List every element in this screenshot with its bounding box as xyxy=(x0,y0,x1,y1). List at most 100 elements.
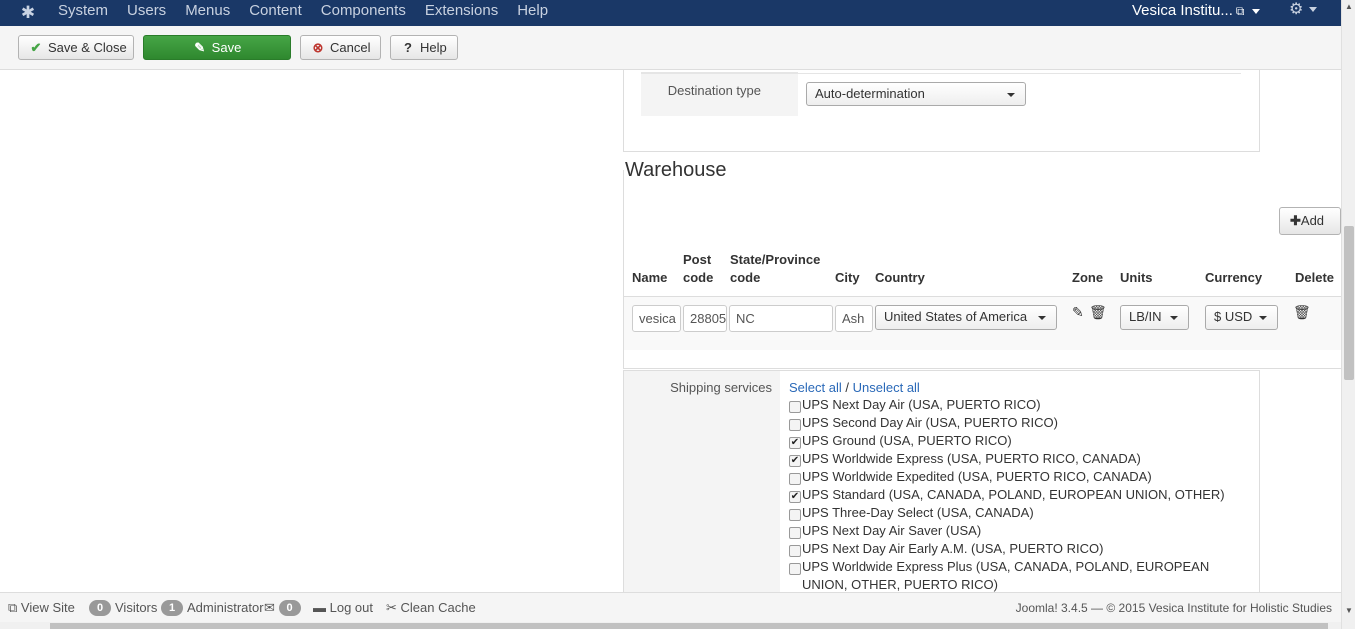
shipping-label-cell xyxy=(624,371,780,592)
clean-cache-label: Clean Cache xyxy=(400,600,476,615)
menu-help[interactable]: Help xyxy=(517,0,548,26)
country-value: United States of America xyxy=(884,309,1028,324)
service-label: UPS Next Day Air Saver (USA) xyxy=(802,523,982,538)
settings-menu[interactable]: ⚙ xyxy=(1289,0,1318,20)
unselect-all-link[interactable]: Unselect all xyxy=(853,380,920,395)
menu-system[interactable]: System xyxy=(58,0,108,26)
list-item[interactable]: UPS Second Day Air (USA, PUERTO RICO) xyxy=(789,414,1244,432)
units-select[interactable]: LB/IN xyxy=(1120,305,1189,330)
site-name: Vesica Institu... xyxy=(1132,2,1233,19)
column-state-line1: State/Province xyxy=(730,252,821,267)
question-icon: ? xyxy=(404,40,412,55)
service-checkbox[interactable]: ✔ xyxy=(789,455,801,467)
service-label: UPS Standard (USA, CANADA, POLAND, EUROP… xyxy=(802,487,1225,502)
state-input[interactable]: NC xyxy=(729,305,833,332)
horizontal-scrollbar-thumb[interactable] xyxy=(50,623,1328,629)
city-input[interactable]: Ash xyxy=(835,305,873,332)
save-label: Save xyxy=(211,40,242,55)
menu-extensions[interactable]: Extensions xyxy=(425,0,498,26)
service-label: UPS Next Day Air Early A.M. (USA, PUERTO… xyxy=(802,541,1104,556)
service-checkbox[interactable]: ✔ xyxy=(789,491,801,503)
shipping-services-label: Shipping services xyxy=(670,380,772,395)
logout-label: Log out xyxy=(329,600,373,615)
column-post-code-line2: code xyxy=(683,270,714,285)
column-post-code: Post code xyxy=(683,251,713,287)
destination-type-label: Destination type xyxy=(667,83,761,98)
warehouse-name-input[interactable]: vesica xyxy=(632,305,681,332)
currency-value: $ USD xyxy=(1214,309,1253,324)
list-item[interactable]: UPS Next Day Air Saver (USA) xyxy=(789,522,1244,540)
post-code-input[interactable]: 28805 xyxy=(683,305,727,332)
visitors-status[interactable]: 0 Visitors xyxy=(89,593,157,623)
list-item[interactable]: ✔ UPS Worldwide Express (USA, PUERTO RICO… xyxy=(789,450,1244,468)
destination-type-select[interactable]: Auto-determination xyxy=(806,82,1026,106)
joomla-icon[interactable]: ✱ xyxy=(18,3,38,23)
menu-content[interactable]: Content xyxy=(249,0,302,26)
logout-link[interactable]: ▬ Log out xyxy=(313,593,373,623)
add-warehouse-button[interactable]: ✚Add xyxy=(1279,207,1341,235)
list-item[interactable]: UPS Worldwide Express Plus (USA, CANADA,… xyxy=(789,558,1244,592)
column-units: Units xyxy=(1120,270,1153,285)
scrollbar-thumb[interactable] xyxy=(1344,226,1354,380)
list-item[interactable]: UPS Next Day Air (USA, PUERTO RICO) xyxy=(789,396,1244,414)
column-delete: Delete xyxy=(1295,270,1335,285)
service-label: UPS Ground (USA, PUERTO RICO) xyxy=(802,433,1012,448)
horizontal-scrollbar[interactable] xyxy=(0,622,1341,629)
view-site-link[interactable]: ⧉ View Site xyxy=(8,593,75,623)
external-link-icon: ⧉ xyxy=(8,600,18,615)
select-all-link[interactable]: Select all xyxy=(789,380,842,395)
service-checkbox[interactable] xyxy=(789,563,801,575)
scroll-down-icon[interactable]: ▼ xyxy=(1345,606,1353,615)
site-menu[interactable]: Vesica Institu... ⧉ xyxy=(1132,0,1261,22)
service-label: UPS Worldwide Expedited (USA, PUERTO RIC… xyxy=(802,469,1152,484)
visitors-label: Visitors xyxy=(115,600,158,615)
service-checkbox[interactable] xyxy=(789,473,801,485)
list-item[interactable]: UPS Three-Day Select (USA, CANADA) xyxy=(789,504,1244,522)
divider xyxy=(641,73,1241,74)
pencil-icon[interactable]: ✎ xyxy=(1072,304,1084,321)
admin-label: Administrator xyxy=(187,600,264,615)
service-checkbox[interactable] xyxy=(789,419,801,431)
menu-menus[interactable]: Menus xyxy=(185,0,230,26)
footer-copyright: Joomla! 3.4.5 — © 2015 Vesica Institute … xyxy=(1015,601,1332,615)
scroll-up-icon[interactable]: ▲ xyxy=(1345,2,1353,11)
save-button[interactable]: ✎ Save xyxy=(143,35,291,60)
help-button[interactable]: ? Help xyxy=(390,35,458,60)
chevron-down-icon xyxy=(1259,316,1267,320)
service-label: UPS Three-Day Select (USA, CANADA) xyxy=(802,505,1034,520)
save-close-button[interactable]: ✔ Save & Close xyxy=(18,35,134,60)
service-checkbox[interactable]: ✔ xyxy=(789,437,801,449)
chevron-down-icon xyxy=(1170,316,1178,320)
list-item[interactable]: UPS Worldwide Expedited (USA, PUERTO RIC… xyxy=(789,468,1244,486)
clean-cache-link[interactable]: ✂ Clean Cache xyxy=(386,593,476,623)
service-checkbox[interactable] xyxy=(789,401,801,413)
currency-select[interactable]: $ USD xyxy=(1205,305,1278,330)
toolbar: ✔ Save & Close ✎ Save ⊗ Cancel ? Help xyxy=(0,26,1341,70)
cancel-icon: ⊗ xyxy=(312,40,324,55)
messages-status[interactable]: ✉ 0 xyxy=(264,593,305,623)
column-city: City xyxy=(835,270,860,285)
trash-icon[interactable]: 🗑 xyxy=(1089,304,1107,321)
service-checkbox[interactable] xyxy=(789,545,801,557)
service-label: UPS Second Day Air (USA, PUERTO RICO) xyxy=(802,415,1058,430)
menu-components[interactable]: Components xyxy=(321,0,406,26)
cancel-button[interactable]: ⊗ Cancel xyxy=(300,35,381,60)
units-value: LB/IN xyxy=(1129,309,1162,324)
list-item[interactable]: ✔ UPS Standard (USA, CANADA, POLAND, EURO… xyxy=(789,486,1244,504)
select-links: Select all / Unselect all xyxy=(789,380,920,395)
admin-status[interactable]: 1 Administrator xyxy=(161,593,264,623)
external-link-icon: ⧉ xyxy=(1235,4,1245,18)
view-site-label: View Site xyxy=(20,600,75,615)
list-item[interactable]: ✔ UPS Ground (USA, PUERTO RICO) xyxy=(789,432,1244,450)
edit-icon: ✎ xyxy=(194,40,206,55)
service-checkbox[interactable] xyxy=(789,527,801,539)
list-item[interactable]: UPS Next Day Air Early A.M. (USA, PUERTO… xyxy=(789,540,1244,558)
help-label: Help xyxy=(420,40,447,55)
link-separator: / xyxy=(845,380,849,395)
delete-row-trash-icon[interactable]: 🗑 xyxy=(1293,304,1311,321)
vertical-scrollbar[interactable]: ▲ ▼ xyxy=(1341,0,1355,629)
menu-users[interactable]: Users xyxy=(127,0,166,26)
status-bar: ⧉ View Site 0 Visitors 1 Administrator ✉ 0… xyxy=(0,592,1341,622)
country-select[interactable]: United States of America xyxy=(875,305,1057,330)
service-checkbox[interactable] xyxy=(789,509,801,521)
